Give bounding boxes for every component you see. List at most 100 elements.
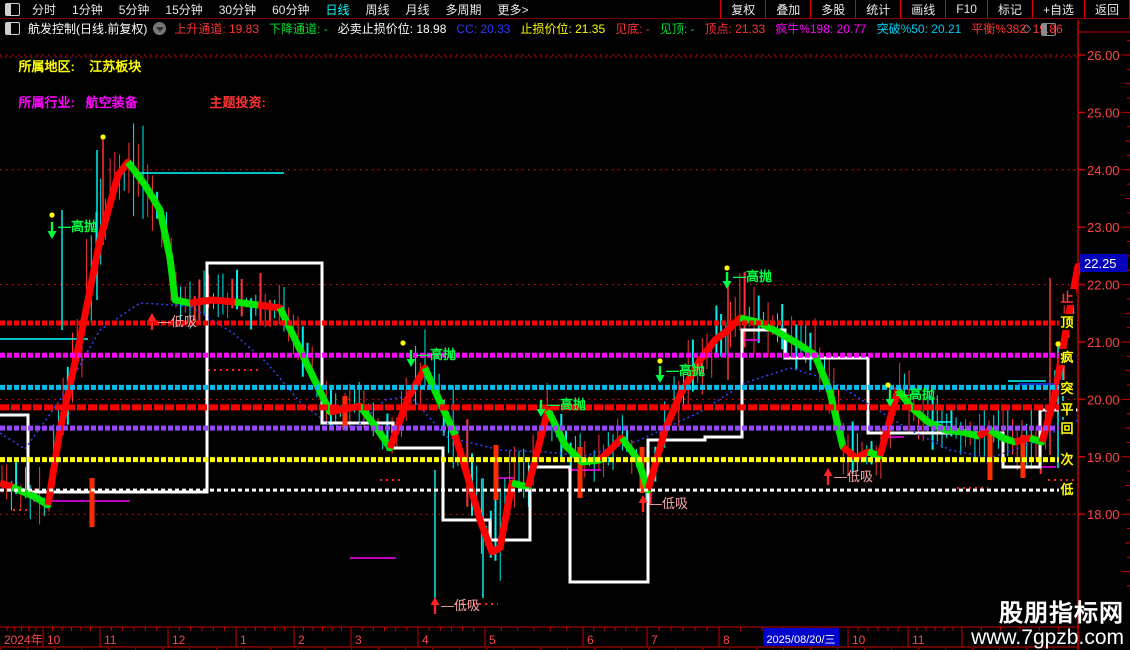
field-突破50: 突破%50: 20.21 bbox=[876, 21, 962, 36]
chevron-down-icon[interactable] bbox=[153, 21, 167, 35]
menu-item-30分钟[interactable]: 30分钟 bbox=[211, 1, 264, 18]
window-icon-2[interactable] bbox=[5, 21, 20, 35]
signal-dot bbox=[657, 358, 663, 364]
field-见顶: 见顶: - bbox=[659, 21, 695, 36]
menu-item-更多>[interactable]: 更多> bbox=[490, 1, 537, 18]
period-menu-bar: 分时 1分钟 5分钟 15分钟 30分钟 60分钟 日线 周线 月线 多周期 更多> 复权 叠加 多股统… bbox=[0, 0, 1130, 19]
theme-row: 主题投资: bbox=[195, 77, 266, 126]
signal-dot bbox=[49, 212, 55, 218]
toolbar-item-标记[interactable]: 标记 bbox=[986, 0, 1032, 18]
window-icon-3[interactable] bbox=[1041, 23, 1057, 36]
sell-signal-label: —高抛 bbox=[896, 387, 935, 402]
infobar-icons: ◇ bbox=[1022, 21, 1057, 36]
level-tag-回: 回 bbox=[1060, 421, 1073, 436]
toolbar-item-画线[interactable]: 画线 bbox=[900, 0, 945, 18]
menu-item-1分钟[interactable]: 1分钟 bbox=[64, 1, 111, 18]
field-CC: CC: 20.33 bbox=[456, 21, 511, 36]
menu-item-月线[interactable]: 月线 bbox=[398, 1, 438, 18]
level-tag-次: 次 bbox=[1060, 452, 1073, 467]
industry-label: 所属行业: bbox=[18, 95, 75, 110]
price-label-19: 19.00 bbox=[1087, 450, 1120, 465]
level-tag-疯: 疯 bbox=[1060, 350, 1073, 365]
signal-dot bbox=[885, 382, 891, 388]
trend-line bbox=[661, 393, 684, 432]
price-label-18: 18.00 bbox=[1087, 507, 1120, 522]
date-label-8: 8 bbox=[723, 633, 730, 647]
menu-item-日线[interactable]: 日线 bbox=[317, 1, 357, 18]
sell-arrow-icon bbox=[406, 359, 416, 367]
toolbar-item-返回[interactable]: 返回 bbox=[1083, 0, 1129, 18]
main-chart[interactable]: 止顶疯突平回次低—高抛—高抛—高抛—高抛—高抛—高抛—低吸—低吸—低吸—低吸26… bbox=[0, 0, 1130, 650]
trend-line bbox=[1038, 394, 1059, 443]
toolbar-item-多股[interactable]: 多股 bbox=[810, 0, 855, 18]
trend-line bbox=[276, 306, 309, 362]
signal-dot bbox=[724, 265, 730, 271]
sell-signal-label: —高抛 bbox=[58, 219, 97, 234]
menu-item-分时[interactable]: 分时 bbox=[24, 1, 64, 18]
price-label-26: 26.00 bbox=[1087, 48, 1120, 63]
diamond-icon[interactable]: ◇ bbox=[1022, 21, 1031, 36]
menu-item-周线[interactable]: 周线 bbox=[357, 1, 397, 18]
sell-signal-label: —高抛 bbox=[733, 269, 772, 284]
toolbar-item-复权[interactable]: 复权 bbox=[720, 0, 765, 18]
area-label: 所属地区: bbox=[18, 59, 75, 74]
field-止损价位: 止损价位: 21.35 bbox=[520, 21, 606, 36]
date-label-10: 10 bbox=[852, 633, 866, 647]
toolbar-menu: 复权 叠加 多股 统计 画线 F10 标记 +自选 返回 bbox=[720, 0, 1130, 18]
menu-item-多周期[interactable]: 多周期 bbox=[438, 1, 490, 18]
field-疯牛198: 疯牛%198: 20.77 bbox=[775, 21, 867, 36]
menu-item-15分钟[interactable]: 15分钟 bbox=[157, 1, 210, 18]
toolbar-item-+自选[interactable]: +自选 bbox=[1031, 0, 1084, 18]
industry-value: 航空装备 bbox=[85, 95, 138, 110]
toolbar-item-F10[interactable]: F10 bbox=[945, 0, 987, 18]
menu-item-60分钟[interactable]: 60分钟 bbox=[264, 1, 317, 18]
date-label-5: 5 bbox=[489, 633, 496, 647]
field-下降通道: 下降通道: - bbox=[269, 21, 328, 36]
theme-label: 主题投资: bbox=[209, 95, 266, 110]
sell-arrow-icon bbox=[47, 231, 57, 239]
date-label-7: 7 bbox=[651, 633, 658, 647]
price-label-21: 21.00 bbox=[1087, 335, 1120, 350]
buy-arrow-icon bbox=[430, 597, 440, 605]
menu-item-5分钟[interactable]: 5分钟 bbox=[111, 1, 158, 18]
trend-line bbox=[211, 296, 236, 306]
watermark-url: www.7gpzb.com bbox=[971, 625, 1124, 649]
area-value: 江苏板块 bbox=[89, 59, 142, 74]
trend-line bbox=[156, 209, 174, 259]
channel-step-line bbox=[0, 261, 1078, 584]
toolbar-item-统计[interactable]: 统计 bbox=[855, 0, 900, 18]
date-label-2: 2 bbox=[298, 633, 305, 647]
date-label-2024年: 2024年 bbox=[4, 633, 43, 647]
buy-signal-label: —低吸 bbox=[834, 469, 873, 484]
signal-dot bbox=[1055, 341, 1061, 347]
price-label-20: 20.00 bbox=[1087, 392, 1120, 407]
watermark-site-name: 股朋指标网 bbox=[999, 600, 1124, 628]
level-tag-顶: 顶 bbox=[1060, 315, 1073, 330]
window-icon[interactable] bbox=[5, 2, 20, 16]
stock-title[interactable]: 航发控制(日线.前复权) bbox=[28, 20, 147, 37]
indicator-values: 上升通道: 19.83 下降通道: - 必卖止损价位: 18.98 CC: 20.33… bbox=[174, 20, 1072, 37]
trend-line bbox=[496, 482, 516, 549]
level-tag-突: 突 bbox=[1060, 381, 1073, 396]
trend-line bbox=[404, 366, 429, 400]
sell-signal-label: —高抛 bbox=[417, 347, 456, 362]
price-label-25: 25.00 bbox=[1087, 105, 1120, 120]
trend-line bbox=[524, 409, 552, 488]
price-label-23: 23.00 bbox=[1087, 220, 1120, 235]
toolbar-item-叠加[interactable]: 叠加 bbox=[765, 0, 810, 18]
level-tag-低: 低 bbox=[1059, 482, 1073, 497]
date-label-3: 3 bbox=[355, 633, 362, 647]
level-tag-止: 止 bbox=[1060, 290, 1073, 305]
trend-line bbox=[826, 391, 847, 448]
level-tag-平: 平 bbox=[1060, 402, 1073, 417]
sell-arrow-icon bbox=[655, 375, 665, 383]
trend-line bbox=[234, 298, 259, 309]
trend-line bbox=[10, 483, 37, 501]
buy-signal-label: —低吸 bbox=[441, 598, 480, 613]
field-必卖止损价位: 必卖止损价位: 18.98 bbox=[337, 21, 447, 36]
field-见底: 见底: - bbox=[615, 21, 650, 36]
last-price-value: 22.25 bbox=[1084, 256, 1117, 271]
price-label-22: 22.00 bbox=[1087, 278, 1120, 293]
sell-arrow-icon bbox=[722, 281, 732, 289]
buy-arrow-icon bbox=[823, 468, 833, 476]
